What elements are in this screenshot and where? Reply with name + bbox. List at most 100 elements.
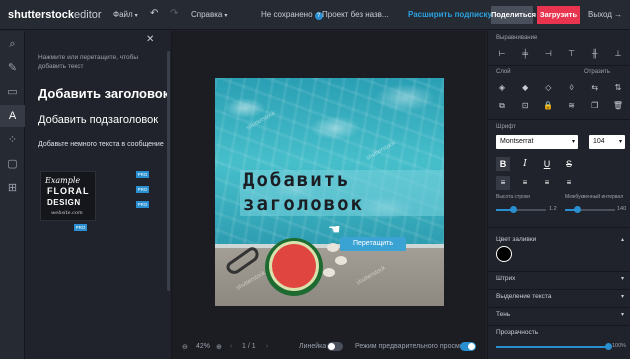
chevron-down-icon: ▾ [134,13,138,19]
upgrade-link[interactable]: Расширить подписку [408,10,492,19]
opacity-value: 100% [612,343,627,349]
text-template-floral[interactable]: Example FLORAL DESIGN website.com [40,171,96,221]
ungroup-icon[interactable]: ⊡ [519,101,531,113]
send-back-icon[interactable]: ◇ [542,83,554,95]
align-middle-icon[interactable]: ╫ [589,49,601,61]
pro-badge: PRO [136,201,149,208]
text-align-left-icon[interactable]: ≡ [496,176,510,190]
add-body-text-button[interactable]: Добавьте немного текста в сообщение [38,141,164,148]
properties-panel: Выравнивание ⊢ ╪ ⊣ ⊤ ╫ ⊥ Слой Отразить ◈… [487,31,630,359]
help-menu[interactable]: Справка ▾ [191,10,227,19]
slider-knob[interactable] [604,343,612,350]
elements-icon[interactable]: ⁘ [0,129,25,151]
save-status: Не сохранено? [261,10,323,20]
align-left-icon[interactable]: ⊢ [496,49,508,61]
bottom-bar: ⊖ 42% ⊕ ‹ 1 / 1 › Линейка Режим предвари… [172,336,486,359]
highlight-section[interactable]: Выделение текста ▾ [496,293,624,300]
shadow-section[interactable]: Тень ▾ [496,311,624,318]
text-align-center-icon[interactable]: ≡ [518,176,532,190]
prev-page-icon[interactable]: ‹ [230,343,232,350]
trash-icon[interactable]: 🗑 [612,101,624,113]
share-button[interactable]: Поделиться [491,6,536,24]
headline-text[interactable]: Добавить заголовок [243,168,443,216]
chevron-down-icon: ▾ [571,139,575,145]
close-icon[interactable]: ✕ [146,34,154,45]
preview-toggle[interactable] [460,342,476,351]
layers-icon[interactable]: ≋ [566,101,578,113]
align-top-icon[interactable]: ⊤ [566,49,578,61]
duplicate-icon[interactable]: ❐ [589,101,601,113]
send-backward-icon[interactable]: ◊ [566,83,578,95]
reflect-label: Отразить [584,69,610,75]
next-page-icon[interactable]: › [266,343,268,350]
text-align-right-icon[interactable]: ≡ [540,176,554,190]
line-height-slider[interactable] [496,206,546,213]
top-bar: shutterstockeditor Файл ▾ ↶ ↷ Справка ▾ Не… [0,0,630,30]
align-bottom-icon[interactable]: ⊥ [612,49,624,61]
tool-rail: ⌕ ✎ ▭ A ⁘ ▢ ⊞ [0,31,25,359]
slider-knob[interactable] [574,206,581,213]
letter-spacing-slider[interactable] [565,206,615,213]
page-indicator: 1 / 1 [242,343,256,350]
edit-icon[interactable]: ✎ [0,57,25,79]
flip-horizontal-icon[interactable]: ⇆ [589,83,601,95]
text-justify-icon[interactable]: ≡ [562,176,576,190]
preview-label: Режим предварительного просмотра [355,343,475,350]
align-center-icon[interactable]: ╪ [519,49,531,61]
add-subheading-button[interactable]: Добавить подзаголовок [38,114,158,126]
underline-button[interactable]: U [540,157,554,171]
bring-forward-icon[interactable]: ◈ [496,83,508,95]
line-height-value: 1.2 [549,206,557,212]
zoom-out-icon[interactable]: ⊖ [182,343,188,351]
canvas-area: shutterstock shutterstock shutterstock s… [172,31,486,336]
search-icon[interactable]: ⌕ [0,33,25,55]
pro-badge: PRO [136,186,149,193]
zoom-in-icon[interactable]: ⊕ [216,343,222,351]
text-icon[interactable]: A [0,105,25,127]
app-logo[interactable]: shutterstockeditor [8,9,102,21]
slider-knob[interactable] [510,206,517,213]
exit-link[interactable]: Выход → [588,10,622,19]
stroke-section[interactable]: Штрих ▾ [496,275,624,282]
pro-badge: PRO [74,224,87,231]
font-label: Шрифт [496,124,516,130]
strikethrough-button[interactable]: S [562,157,576,171]
add-heading-button[interactable]: Добавить заголовок [38,86,169,101]
chevron-down-icon: ▾ [618,139,622,145]
flip-vertical-icon[interactable]: ⇅ [612,83,624,95]
group-icon[interactable]: ⧉ [496,101,508,113]
file-menu[interactable]: Файл ▾ [113,10,138,19]
align-toolbar: ⊢ ╪ ⊣ ⊤ ╫ ⊥ [496,49,624,61]
folder-icon[interactable]: ▢ [0,153,25,175]
chevron-up-icon: ▴ [620,237,624,243]
drag-tooltip: Перетащить [340,237,406,251]
italic-button[interactable]: I [518,157,532,171]
font-size-select[interactable]: 104 ▾ [589,135,625,149]
redo-icon[interactable]: ↷ [170,8,178,19]
font-family-select[interactable]: Montserrat ▾ [496,135,578,149]
ruler-toggle[interactable] [327,342,343,351]
fill-color-swatch[interactable] [496,246,512,262]
chevron-down-icon: ▾ [620,294,624,300]
zoom-level[interactable]: 42% [196,343,210,350]
opacity-slider[interactable] [496,343,612,350]
lock-icon[interactable]: 🔒 [542,101,554,113]
download-button[interactable]: Загрузить [537,6,580,24]
letter-spacing-value: 140 [617,206,627,212]
text-panel: ✕ Нажмите или перетащите, чтобы добавить… [26,31,172,359]
bold-button[interactable]: B [496,157,510,171]
panel-scrollbar[interactable] [167,51,170,291]
shell-image [323,268,335,277]
bring-front-icon[interactable]: ◆ [519,83,531,95]
opacity-section: Прозрачность [496,329,539,336]
project-name[interactable]: Проект без назв... [322,10,389,19]
fill-color-section[interactable]: Цвет заливки ▴ [496,236,624,243]
image-icon[interactable]: ▭ [0,81,25,103]
undo-icon[interactable]: ↶ [150,8,158,19]
upload-icon[interactable]: ⊞ [0,177,25,199]
letter-spacing-label: Межбуквенный интервал [565,194,624,200]
artboard[interactable]: shutterstock shutterstock shutterstock s… [215,78,444,306]
chevron-down-icon: ▾ [620,276,624,282]
align-right-icon[interactable]: ⊣ [542,49,554,61]
chevron-down-icon: ▾ [224,13,228,19]
